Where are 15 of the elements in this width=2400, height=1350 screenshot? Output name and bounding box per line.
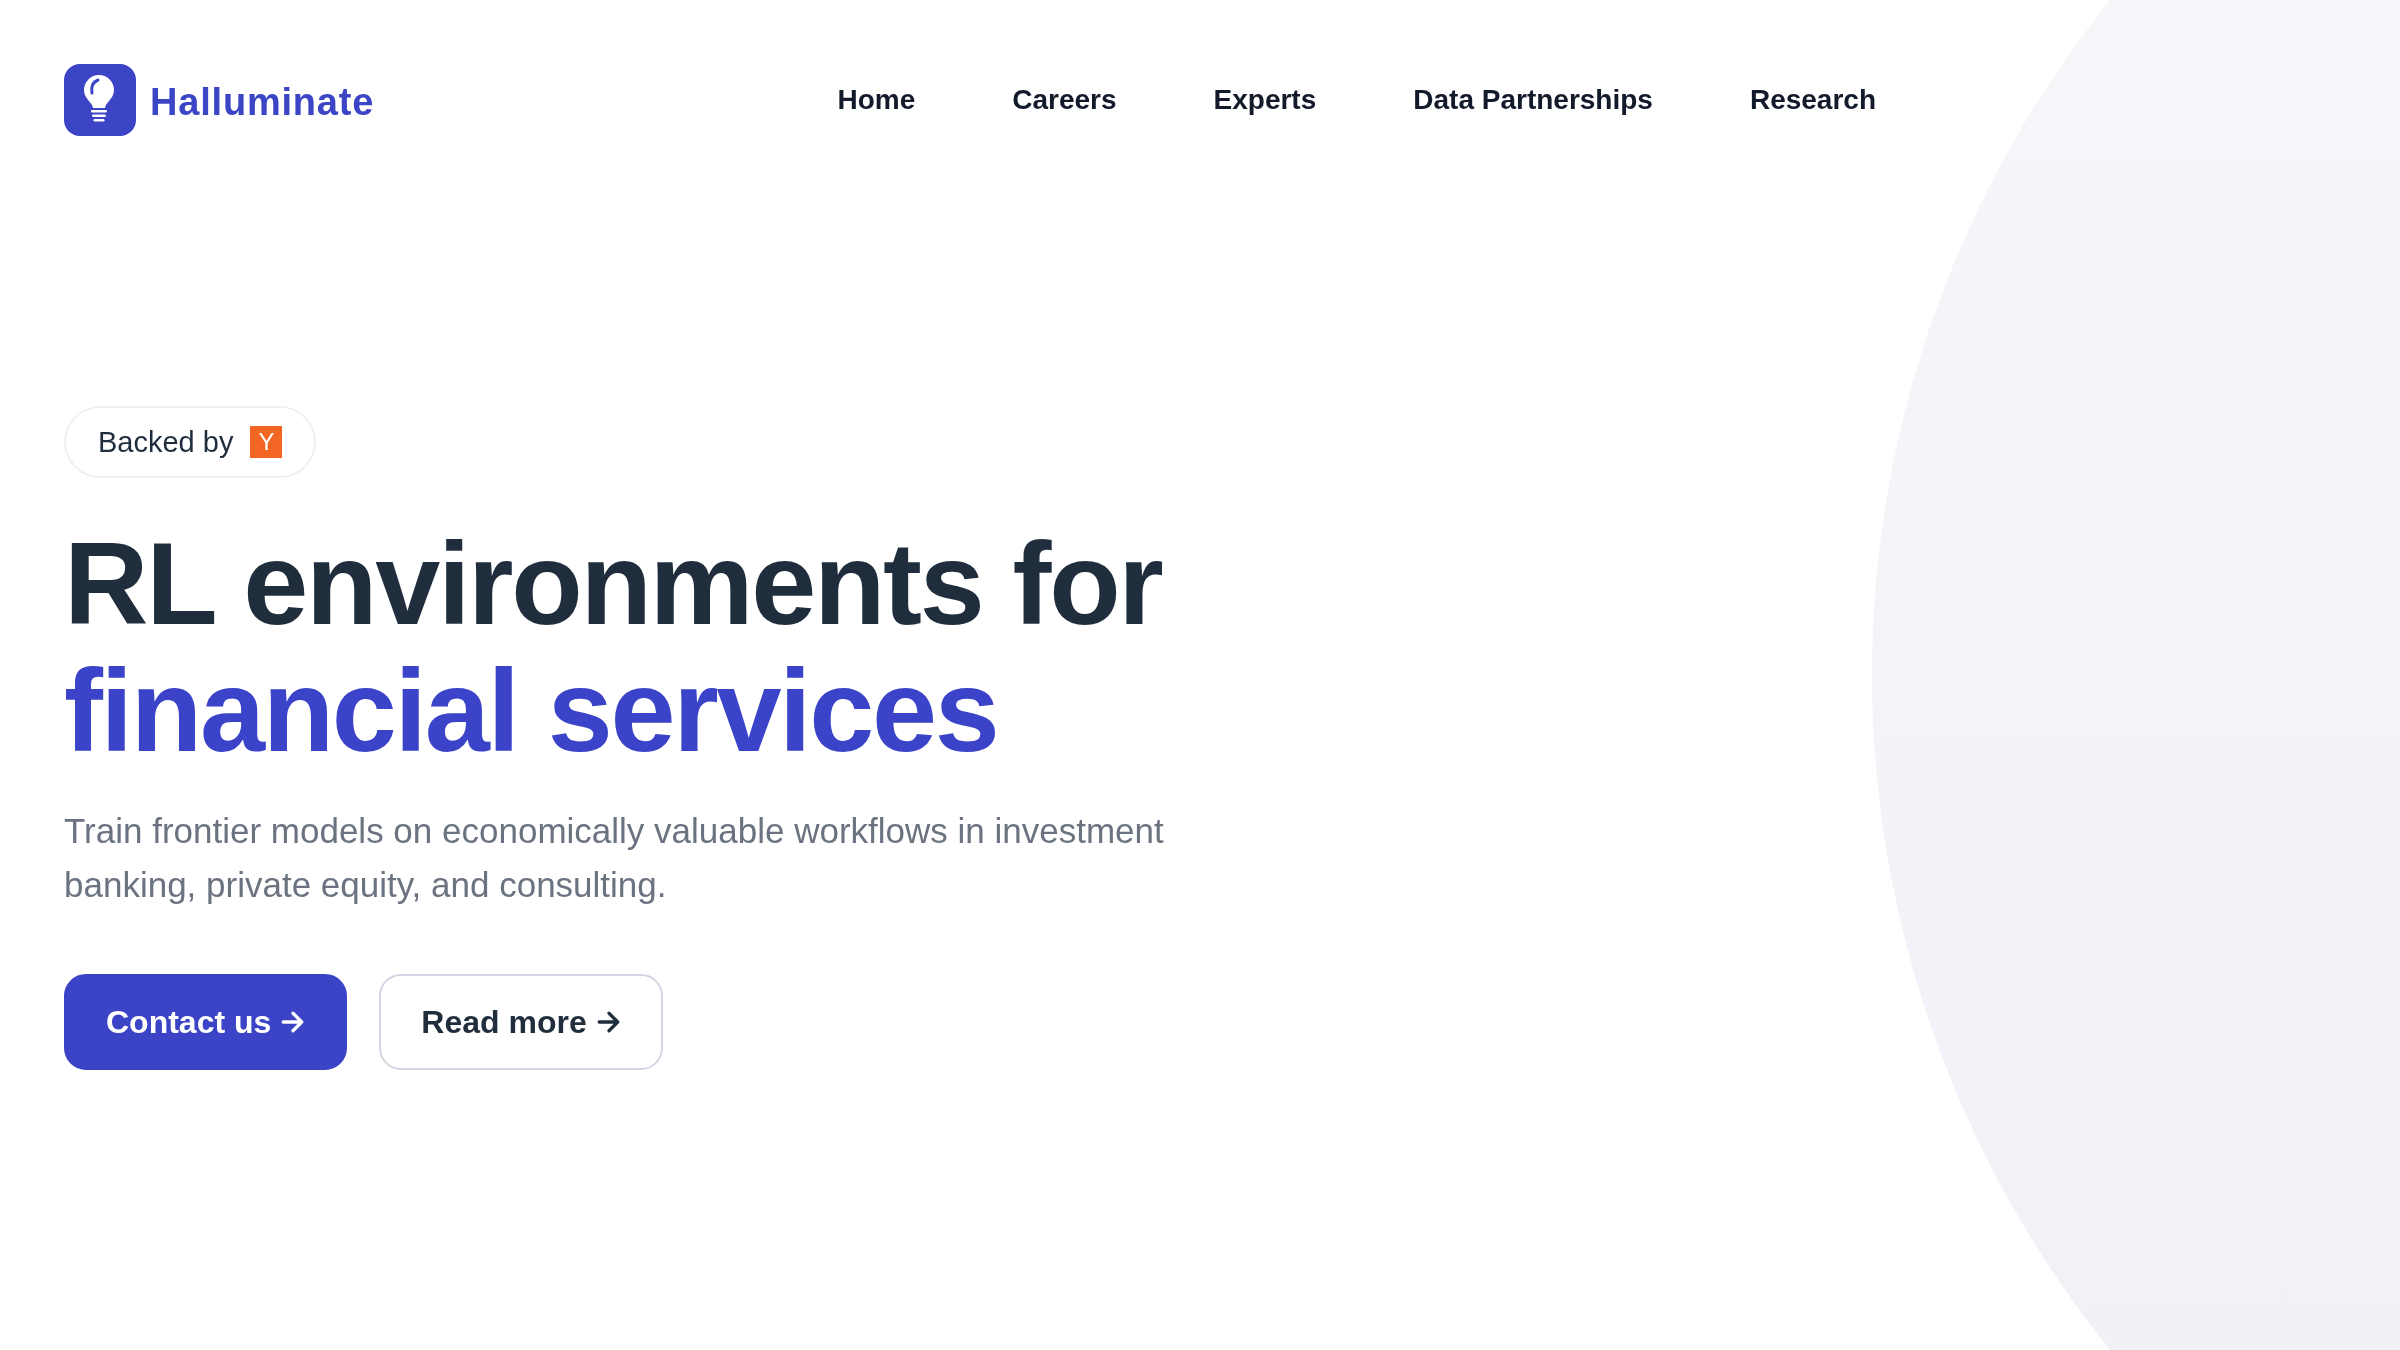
brand-name[interactable]: Halluminate (150, 80, 375, 124)
nav-link[interactable]: Experts (1213, 84, 1317, 116)
primary-button[interactable]: Contact us (64, 974, 348, 1070)
arrow-right-icon (596, 1011, 621, 1033)
nav-link[interactable]: Careers (1012, 84, 1117, 116)
lightbulb-icon[interactable] (64, 64, 136, 136)
headline: RL environments for financial services (64, 520, 1163, 774)
nav-link[interactable]: Home (837, 84, 916, 116)
badge-label: Backed by (98, 425, 234, 459)
hero-description: Train frontier models on economically valuable workflows in investment banking, private equity, and consulting. (64, 810, 1165, 906)
nav-link[interactable]: Research (1749, 84, 1876, 116)
backer-logo: Y (250, 426, 283, 458)
secondary-button[interactable]: Read more (379, 974, 663, 1070)
nav-link[interactable]: Data Partnerships (1413, 84, 1653, 116)
arrow-right-icon (281, 1011, 306, 1033)
